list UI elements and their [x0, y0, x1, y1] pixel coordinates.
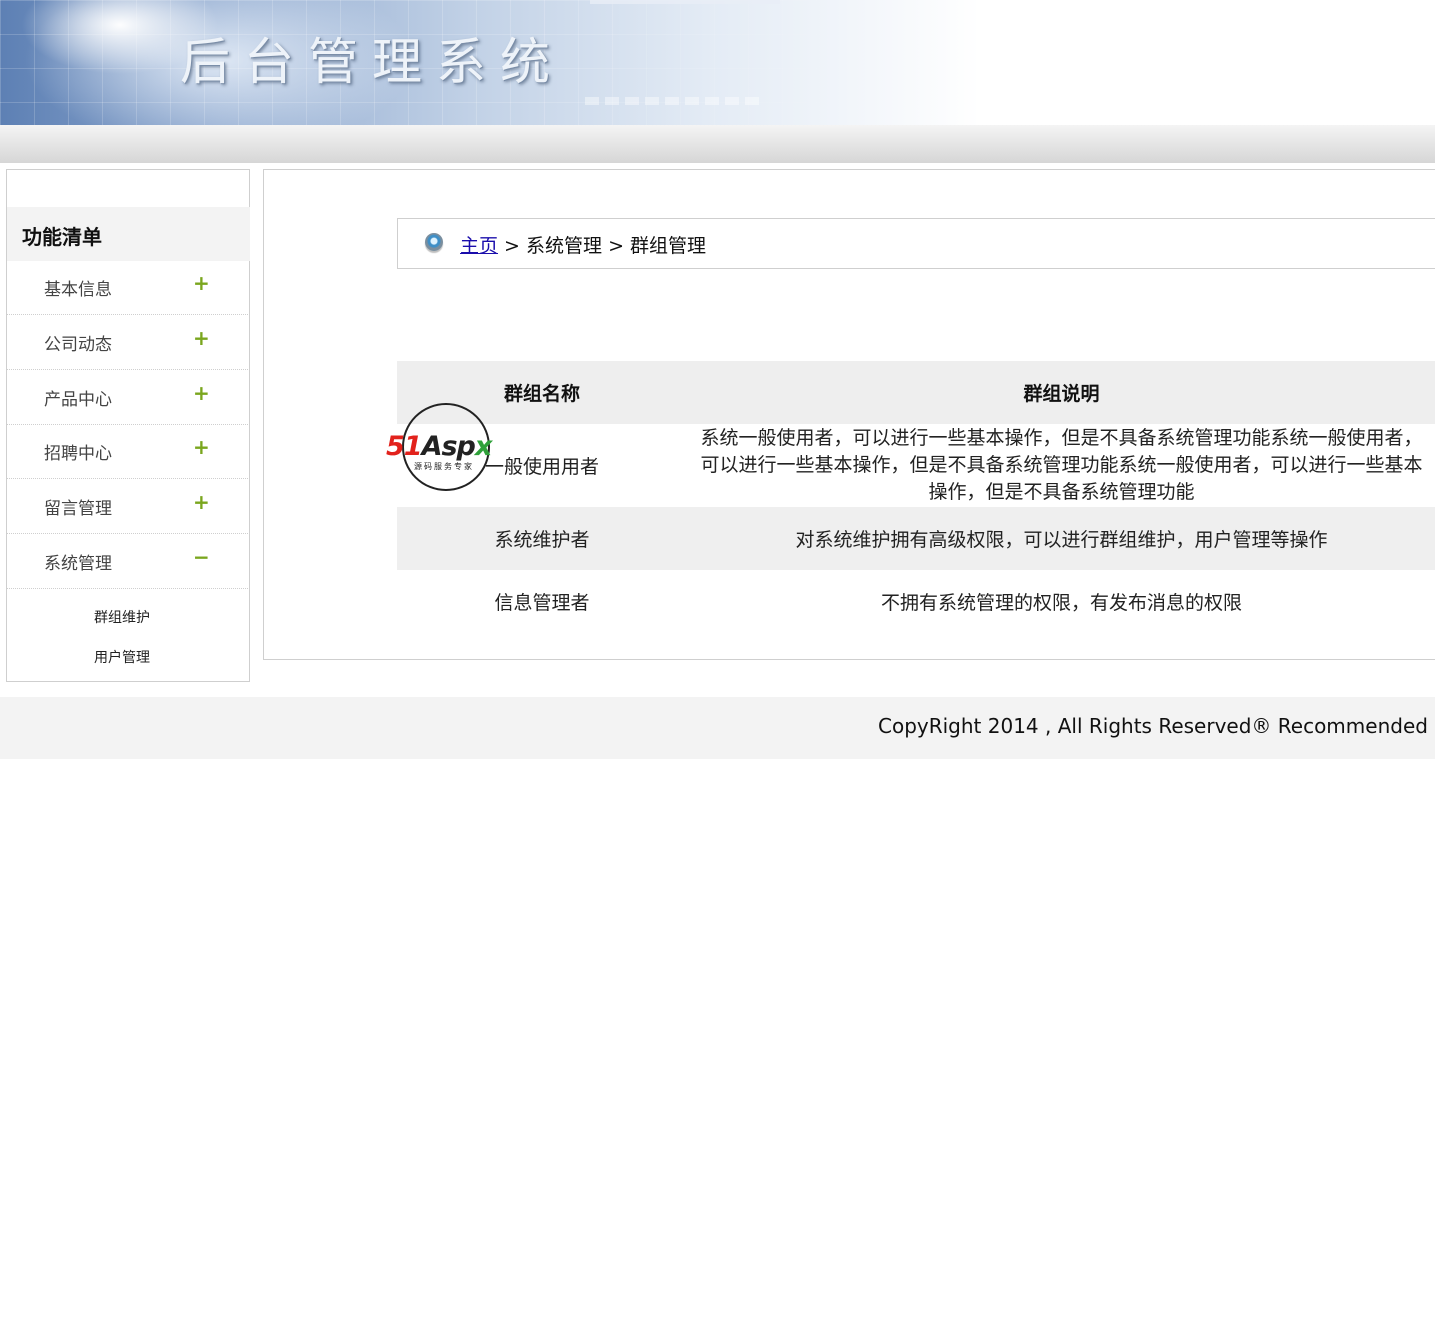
watermark-logo: 51Aspx 源码服务专家 [386, 403, 514, 493]
banner-title: 后台管理系统 [180, 33, 564, 91]
sidebar-subitem-user-management[interactable]: 用户管理 [94, 647, 150, 667]
table-row: 系统维护者 对系统维护拥有高级权限，可以进行群组维护，用户管理等操作 [397, 507, 1435, 570]
table-row: 信息管理者 不拥有系统管理的权限，有发布消息的权限 [397, 570, 1435, 632]
sidebar-item-label: 基本信息 [44, 280, 112, 300]
group-name-cell: 系统维护者 [397, 507, 687, 570]
logo-wordmark: 51Aspx [386, 431, 492, 462]
sidebar-item-products[interactable]: 产品中心 + [7, 371, 250, 425]
header-banner: 后台管理系统 [0, 0, 1435, 125]
table-row: 一般使用用者 系统一般使用者，可以进行一些基本操作，但是不具备系统管理功能系统一… [397, 424, 1435, 507]
sidebar-item-company-news[interactable]: 公司动态 + [7, 316, 250, 370]
sidebar-item-label: 招聘中心 [44, 444, 112, 464]
expand-plus-icon[interactable]: + [193, 271, 210, 295]
breadcrumb-current-page: 群组管理 [630, 235, 707, 257]
group-table: 群组名称 群组说明 一般使用用者 系统一般使用者，可以进行一些基本操作，但是不具… [397, 361, 1435, 632]
banner-subtitle-decoration [585, 97, 765, 105]
description-line: 操作，但是不具备系统管理功能 [928, 481, 1195, 503]
breadcrumb-separator: > [498, 235, 527, 257]
sidebar-subitem-group-maintenance[interactable]: 群组维护 [94, 607, 150, 627]
logo-tagline: 源码服务专家 [414, 462, 474, 471]
sidebar-item-basic-info[interactable]: 基本信息 + [7, 261, 250, 315]
table-header-row: 群组名称 群组说明 [397, 361, 1435, 424]
description-line: 系统一般使用者，可以进行一些基本操作，但是不具备系统管理功能系统一般使用者， [700, 427, 1423, 449]
sidebar-item-label: 系统管理 [44, 554, 112, 574]
footer-copyright: CopyRight 2014 , All Rights Reserved® Re… [878, 714, 1435, 738]
expand-plus-icon[interactable]: + [193, 490, 210, 514]
column-header-group-description: 群组说明 [687, 361, 1435, 424]
breadcrumb-section: 系统管理 [526, 235, 603, 257]
sidebar-item-label: 产品中心 [44, 390, 112, 410]
sidebar-item-system-admin[interactable]: 系统管理 − [7, 535, 250, 589]
expand-plus-icon[interactable]: + [193, 381, 210, 405]
group-description-cell: 对系统维护拥有高级权限，可以进行群组维护，用户管理等操作 [687, 507, 1435, 570]
location-pin-icon [425, 233, 443, 251]
banner-decoration [590, 0, 780, 4]
breadcrumb: 主页 > 系统管理 > 群组管理 [397, 218, 1435, 269]
description-line: 可以进行一些基本操作，但是不具备系统管理功能系统一般使用者，可以进行一些基本 [700, 454, 1423, 476]
sidebar-item-recruitment[interactable]: 招聘中心 + [7, 425, 250, 479]
expand-plus-icon[interactable]: + [193, 326, 210, 350]
group-description-cell: 系统一般使用者，可以进行一些基本操作，但是不具备系统管理功能系统一般使用者， 可… [687, 424, 1435, 507]
breadcrumb-trail: 主页 > 系统管理 > 群组管理 [460, 231, 706, 258]
collapse-minus-icon[interactable]: − [193, 545, 210, 569]
header-toolbar-bar [0, 125, 1435, 163]
sidebar: 功能清单 基本信息 + 公司动态 + 产品中心 + 招聘中心 + 留言管理 + … [6, 169, 250, 682]
sidebar-heading-row: 功能清单 [7, 207, 250, 261]
sidebar-item-label: 留言管理 [44, 499, 112, 519]
footer: CopyRight 2014 , All Rights Reserved® Re… [0, 697, 1435, 759]
group-description-cell: 不拥有系统管理的权限，有发布消息的权限 [687, 570, 1435, 632]
breadcrumb-home-link[interactable]: 主页 [460, 235, 498, 257]
group-name-cell: 信息管理者 [397, 570, 687, 632]
sidebar-heading: 功能清单 [22, 225, 102, 249]
expand-plus-icon[interactable]: + [193, 435, 210, 459]
sidebar-item-messages[interactable]: 留言管理 + [7, 480, 250, 534]
breadcrumb-separator: > [602, 235, 631, 257]
sidebar-item-label: 公司动态 [44, 335, 112, 355]
